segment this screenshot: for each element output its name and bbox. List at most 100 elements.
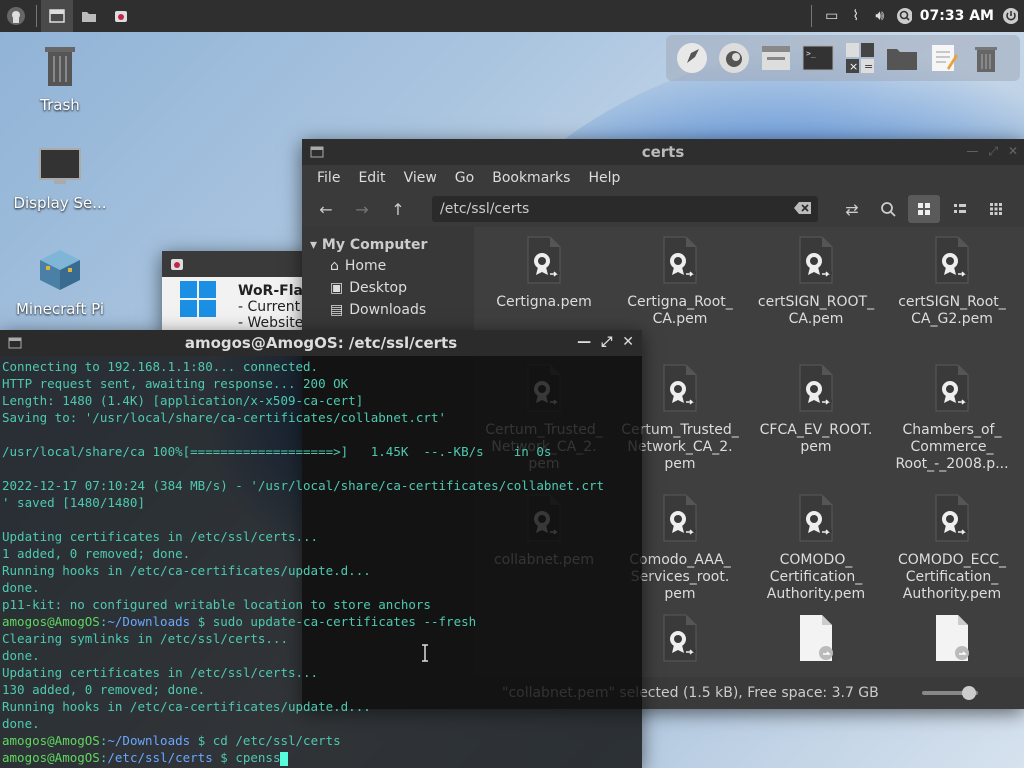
file-item[interactable]: Certigna.pem bbox=[480, 235, 608, 311]
fm-title: certs bbox=[641, 143, 685, 161]
menu-view[interactable]: View bbox=[395, 170, 446, 186]
list-icon bbox=[954, 204, 966, 213]
folder-launcher[interactable] bbox=[884, 40, 920, 76]
desktop-icon-trash[interactable]: Trash bbox=[5, 42, 115, 114]
forward-button[interactable]: → bbox=[346, 195, 378, 223]
menu-bookmarks[interactable]: Bookmarks bbox=[483, 170, 579, 186]
fm-toolbar: ← → ↑ /etc/ssl/certs ⇄ bbox=[302, 191, 1024, 227]
file-item[interactable]: Chambers_of_ Commerce_ Root_-_2008.p... bbox=[888, 363, 1016, 473]
certificate-file-icon bbox=[799, 364, 833, 412]
minimize-button[interactable]: — bbox=[577, 334, 591, 350]
file-name: COMODO_ECC_ Certification_ Authority.pem bbox=[897, 552, 1007, 602]
icon-view-button[interactable] bbox=[908, 195, 940, 223]
show-desktop-button[interactable] bbox=[41, 0, 73, 32]
terminal-output[interactable]: Connecting to 192.168.1.1:80... connecte… bbox=[0, 356, 642, 766]
file-item[interactable]: COMODO_ Certification_ Authority.pem bbox=[752, 493, 880, 603]
desktop-icon-minecraft-pi[interactable]: Minecraft Pi bbox=[5, 248, 115, 318]
raspberry-icon bbox=[171, 259, 183, 270]
toggle-location-button[interactable]: ⇄ bbox=[836, 195, 868, 223]
folder-icon bbox=[82, 12, 96, 22]
search-icon bbox=[881, 202, 896, 217]
certificate-file-icon bbox=[799, 494, 833, 542]
trash-launcher[interactable] bbox=[968, 40, 1004, 76]
document-file-icon bbox=[936, 615, 969, 661]
certificate-file-icon bbox=[663, 614, 697, 662]
menu-go[interactable]: Go bbox=[446, 170, 483, 186]
clock[interactable]: 07:33 AM bbox=[920, 8, 994, 24]
raspberry-launcher[interactable] bbox=[105, 0, 137, 32]
sidebar-item-desktop[interactable]: ▣ Desktop bbox=[302, 277, 474, 299]
svg-text:=: = bbox=[864, 60, 873, 73]
volume-icon[interactable]: 🔊︎ bbox=[872, 8, 888, 24]
pi-window-titlebar[interactable] bbox=[162, 251, 312, 277]
monitor-icon bbox=[39, 148, 81, 184]
window-menu-icon[interactable] bbox=[8, 337, 22, 349]
browser-launcher[interactable] bbox=[716, 40, 752, 76]
fm-menubar: File Edit View Go Bookmarks Help bbox=[302, 165, 1024, 191]
zoom-slider-knob[interactable] bbox=[962, 686, 976, 700]
notes-launcher[interactable] bbox=[926, 40, 962, 76]
file-manager-launcher[interactable] bbox=[73, 0, 105, 32]
file-item[interactable]: Certigna_Root_ CA.pem bbox=[616, 235, 744, 328]
menu-edit[interactable]: Edit bbox=[349, 170, 394, 186]
fm-titlebar[interactable]: certs — ⤢ ✕ bbox=[302, 139, 1024, 165]
certificate-file-icon bbox=[663, 236, 697, 284]
file-name: CFCA_EV_ROOT. pem bbox=[759, 422, 873, 455]
minecraft-block-icon bbox=[40, 250, 80, 290]
search-button[interactable] bbox=[872, 195, 904, 223]
file-item[interactable] bbox=[752, 613, 880, 672]
pi-app-line: - Current bbox=[238, 299, 301, 315]
paperclip-icon[interactable]: ⌇ bbox=[848, 8, 864, 24]
compact-grid-icon bbox=[990, 203, 1002, 215]
home-icon: ⌂ bbox=[330, 258, 339, 274]
location-bar[interactable]: /etc/ssl/certs bbox=[432, 196, 818, 222]
file-item[interactable]: certSIGN_Root_ CA_G2.pem bbox=[888, 235, 1016, 328]
notepad-icon bbox=[932, 45, 958, 71]
desktop-icon bbox=[49, 9, 65, 23]
menu-help[interactable]: Help bbox=[579, 170, 629, 186]
clear-icon[interactable] bbox=[794, 201, 812, 215]
window-launcher[interactable] bbox=[758, 40, 794, 76]
trash-icon bbox=[975, 47, 997, 72]
sidebar-item-home[interactable]: ⌂ Home bbox=[302, 255, 474, 277]
power-icon[interactable] bbox=[1002, 8, 1018, 24]
menu-button[interactable] bbox=[0, 0, 32, 32]
desktop-icon-display-settings[interactable]: Display Se... bbox=[5, 146, 115, 212]
close-button[interactable]: ✕ bbox=[1008, 144, 1018, 159]
top-panel: ▭ ⌇ 🔊︎ 07:33 AM bbox=[0, 0, 1024, 32]
desktop-icon-label: Display Se... bbox=[13, 194, 107, 212]
compact-view-button[interactable] bbox=[980, 195, 1012, 223]
zoom-slider[interactable] bbox=[922, 686, 978, 700]
up-button[interactable]: ↑ bbox=[382, 195, 414, 223]
screen-icon[interactable]: ▭ bbox=[824, 8, 840, 24]
terminal-launcher[interactable]: >_ bbox=[800, 40, 836, 76]
file-item[interactable]: certSIGN_ROOT_ CA.pem bbox=[752, 235, 880, 328]
file-item[interactable]: CFCA_EV_ROOT. pem bbox=[752, 363, 880, 456]
certificate-file-icon bbox=[527, 236, 561, 284]
file-item[interactable]: COMODO_ECC_ Certification_ Authority.pem bbox=[888, 493, 1016, 603]
list-view-button[interactable] bbox=[944, 195, 976, 223]
search-icon[interactable] bbox=[896, 8, 912, 24]
document-file-icon bbox=[800, 615, 833, 661]
terminal-window[interactable]: amogos@AmogOS: /etc/ssl/certs — ⤢ ✕ Conn… bbox=[0, 330, 642, 768]
i-beam-cursor-icon bbox=[422, 644, 428, 662]
distro-logo-icon bbox=[7, 7, 25, 25]
terminal-titlebar[interactable]: amogos@AmogOS: /etc/ssl/certs — ⤢ ✕ bbox=[0, 330, 642, 356]
sidebar-header-my-computer[interactable]: ▾ My Computer bbox=[302, 235, 474, 255]
rocket-launcher[interactable] bbox=[674, 40, 710, 76]
file-name: Chambers_of_ Commerce_ Root_-_2008.p... bbox=[895, 422, 1009, 472]
arrow-up-icon: ↑ bbox=[391, 199, 405, 219]
maximize-button[interactable]: ⤢ bbox=[601, 334, 612, 350]
sidebar-item-downloads[interactable]: ▤ Downloads bbox=[302, 299, 474, 321]
arrow-left-icon: ← bbox=[319, 199, 333, 219]
close-button[interactable]: ✕ bbox=[622, 334, 634, 350]
pi-apps-window[interactable]: WoR-Fla - Current - Website bbox=[162, 251, 312, 333]
menu-file[interactable]: File bbox=[308, 170, 349, 186]
file-name: certSIGN_Root_ CA_G2.pem bbox=[898, 294, 1006, 327]
minimize-button[interactable]: — bbox=[966, 144, 978, 159]
maximize-button[interactable]: ⤢ bbox=[988, 144, 998, 159]
swap-icon: ⇄ bbox=[845, 199, 859, 219]
file-item[interactable] bbox=[888, 613, 1016, 672]
calculator-launcher[interactable]: × = bbox=[842, 40, 878, 76]
back-button[interactable]: ← bbox=[310, 195, 342, 223]
